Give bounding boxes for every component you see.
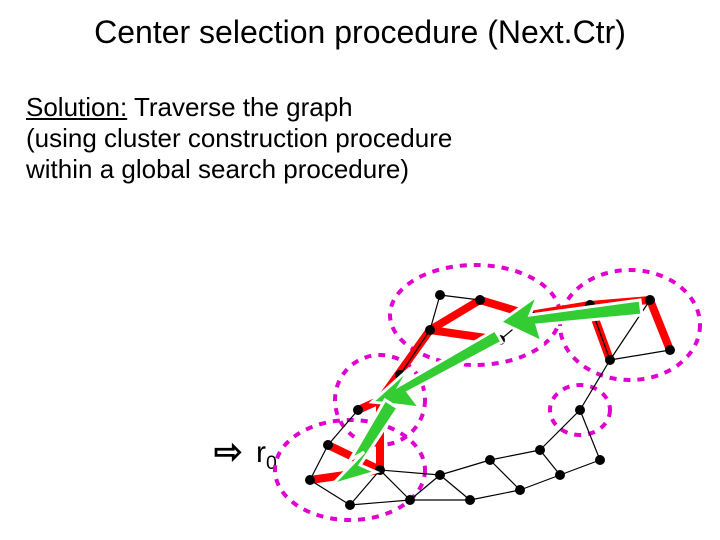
solution-text: Solution: Traverse the graph (using clus… bbox=[26, 92, 452, 186]
graph-diagram bbox=[280, 260, 700, 520]
solution-rest: Traverse the graph bbox=[127, 92, 352, 122]
solution-line2: (using cluster construction procedure bbox=[26, 123, 452, 153]
slide-title: Center selection procedure (Next.Ctr) bbox=[0, 14, 720, 51]
solution-line3: within a global search procedure) bbox=[26, 154, 409, 184]
cluster-outline bbox=[560, 270, 700, 380]
solution-label: Solution: bbox=[26, 92, 127, 122]
right-arrow-icon: ⇨ bbox=[214, 432, 243, 472]
